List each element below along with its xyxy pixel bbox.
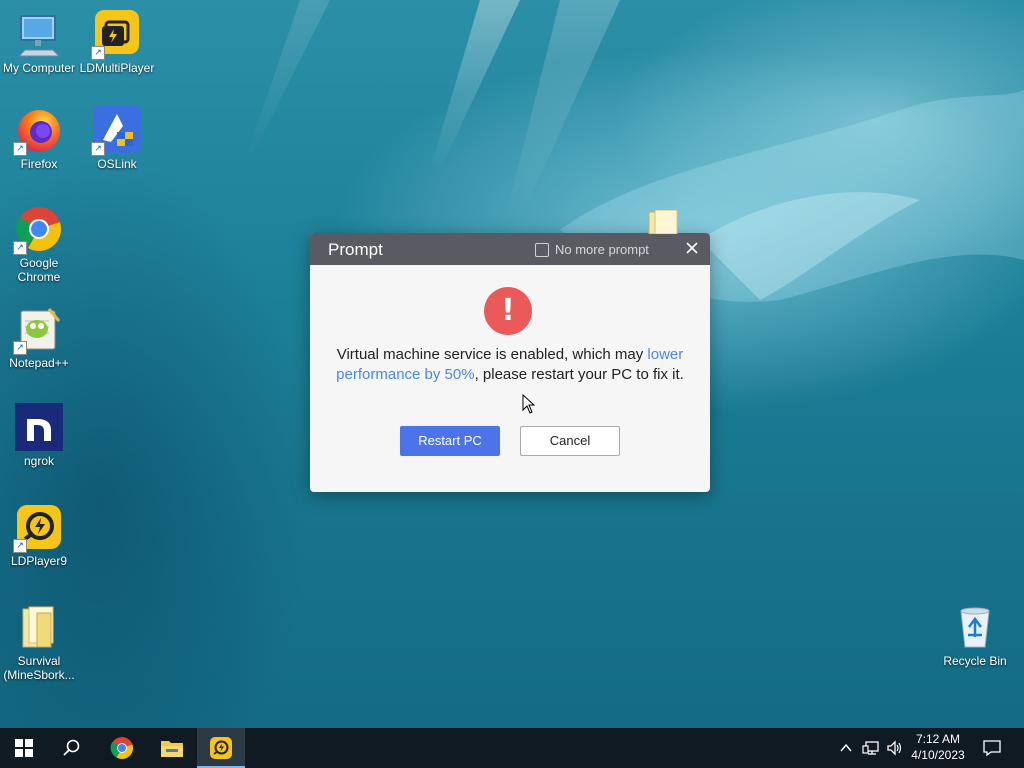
taskbar-clock[interactable]: 7:12 AM 4/10/2023: [908, 731, 968, 763]
notification-icon: [983, 740, 1001, 756]
taskbar-file-explorer[interactable]: [148, 728, 196, 768]
message-text-1: Virtual machine service is enabled, whic…: [336, 346, 648, 363]
cancel-button[interactable]: Cancel: [520, 426, 620, 456]
desktop-icon-ldplayer9[interactable]: ↗ LDPlayer9: [0, 503, 78, 568]
desktop-icon-my-computer[interactable]: My Computer: [0, 10, 78, 75]
desktop-icon-label: My Computer: [2, 61, 76, 75]
windows-start-icon: [15, 739, 33, 757]
taskbar-chrome[interactable]: [98, 728, 146, 768]
notifications-button[interactable]: [968, 728, 1016, 768]
shortcut-arrow-icon: ↗: [13, 341, 27, 355]
desktop-icon-firefox[interactable]: ↗ Firefox: [0, 106, 78, 171]
search-button[interactable]: [48, 728, 96, 768]
desktop-icon-label: Recycle Bin: [943, 654, 1007, 668]
desktop-icon-label: Google Chrome: [17, 256, 61, 284]
no-more-prompt-label: No more prompt: [555, 242, 649, 257]
start-button[interactable]: [0, 728, 48, 768]
volume-icon[interactable]: [886, 740, 904, 756]
network-icon[interactable]: [862, 740, 880, 756]
alert-symbol: !: [501, 293, 515, 328]
desktop-icon-ngrok[interactable]: ngrok: [0, 403, 78, 468]
mouse-cursor-icon: [522, 394, 536, 414]
no-more-prompt-checkbox[interactable]: [535, 242, 549, 257]
chevron-up-icon[interactable]: [838, 740, 854, 756]
desktop-icon-label: OSLink: [97, 157, 137, 171]
ngrok-icon: [15, 403, 63, 451]
clock-date: 4/10/2023: [911, 748, 965, 762]
dialog-message: Virtual machine service is enabled, whic…: [330, 345, 690, 385]
dialog-title: Prompt: [328, 240, 383, 259]
desktop-icon-label: Firefox: [20, 157, 58, 171]
desktop-icon-notepadpp[interactable]: ↗ Notepad++: [0, 305, 78, 370]
desktop-icon-oslink[interactable]: ↗ OSLink: [78, 106, 156, 171]
desktop-icon-survival-folder[interactable]: Survival (MineSbork...: [0, 603, 78, 682]
folder-icon: [648, 210, 678, 234]
clock-time: 7:12 AM: [915, 732, 961, 746]
desktop-icon-label: ngrok: [23, 454, 55, 468]
shortcut-arrow-icon: ↗: [91, 142, 105, 156]
restart-pc-button[interactable]: Restart PC: [400, 426, 500, 456]
prompt-dialog: Prompt No more prompt ! Virtual machine …: [310, 233, 710, 492]
taskbar-ldplayer[interactable]: [197, 728, 245, 768]
desktop-icon-label: LDMultiPlayer: [79, 61, 155, 75]
shortcut-arrow-icon: ↗: [13, 241, 27, 255]
folder-icon: [22, 606, 54, 648]
desktop-icon-ldmultiplayer[interactable]: ↗ LDMultiPlayer: [78, 10, 156, 75]
system-tray: [838, 728, 904, 768]
desktop-icon-google-chrome[interactable]: ↗ Google Chrome: [0, 205, 78, 284]
message-text-2: , please restart your PC to fix it.: [474, 366, 684, 383]
shortcut-arrow-icon: ↗: [91, 46, 105, 60]
shortcut-arrow-icon: ↗: [13, 539, 27, 553]
desktop-icon-label: LDPlayer9: [10, 554, 68, 568]
dialog-titlebar: Prompt No more prompt: [310, 233, 710, 265]
shortcut-arrow-icon: ↗: [13, 142, 27, 156]
no-more-prompt-option[interactable]: No more prompt: [535, 242, 649, 257]
file-explorer-icon: [161, 741, 183, 757]
search-icon: [63, 739, 80, 756]
desktop-icon-recycle-bin[interactable]: Recycle Bin: [936, 603, 1014, 668]
recycle-bin-icon: [960, 607, 990, 648]
desktop-icon-label: Notepad++: [9, 356, 69, 370]
ldplayer-icon: [210, 737, 232, 759]
desktop-icon-label: Survival (MineSbork...: [3, 654, 75, 682]
taskbar: 7:12 AM 4/10/2023: [0, 728, 1024, 768]
computer-icon: [17, 15, 61, 57]
alert-icon: !: [484, 287, 532, 335]
close-icon[interactable]: [684, 240, 700, 256]
chrome-icon: [110, 737, 134, 759]
